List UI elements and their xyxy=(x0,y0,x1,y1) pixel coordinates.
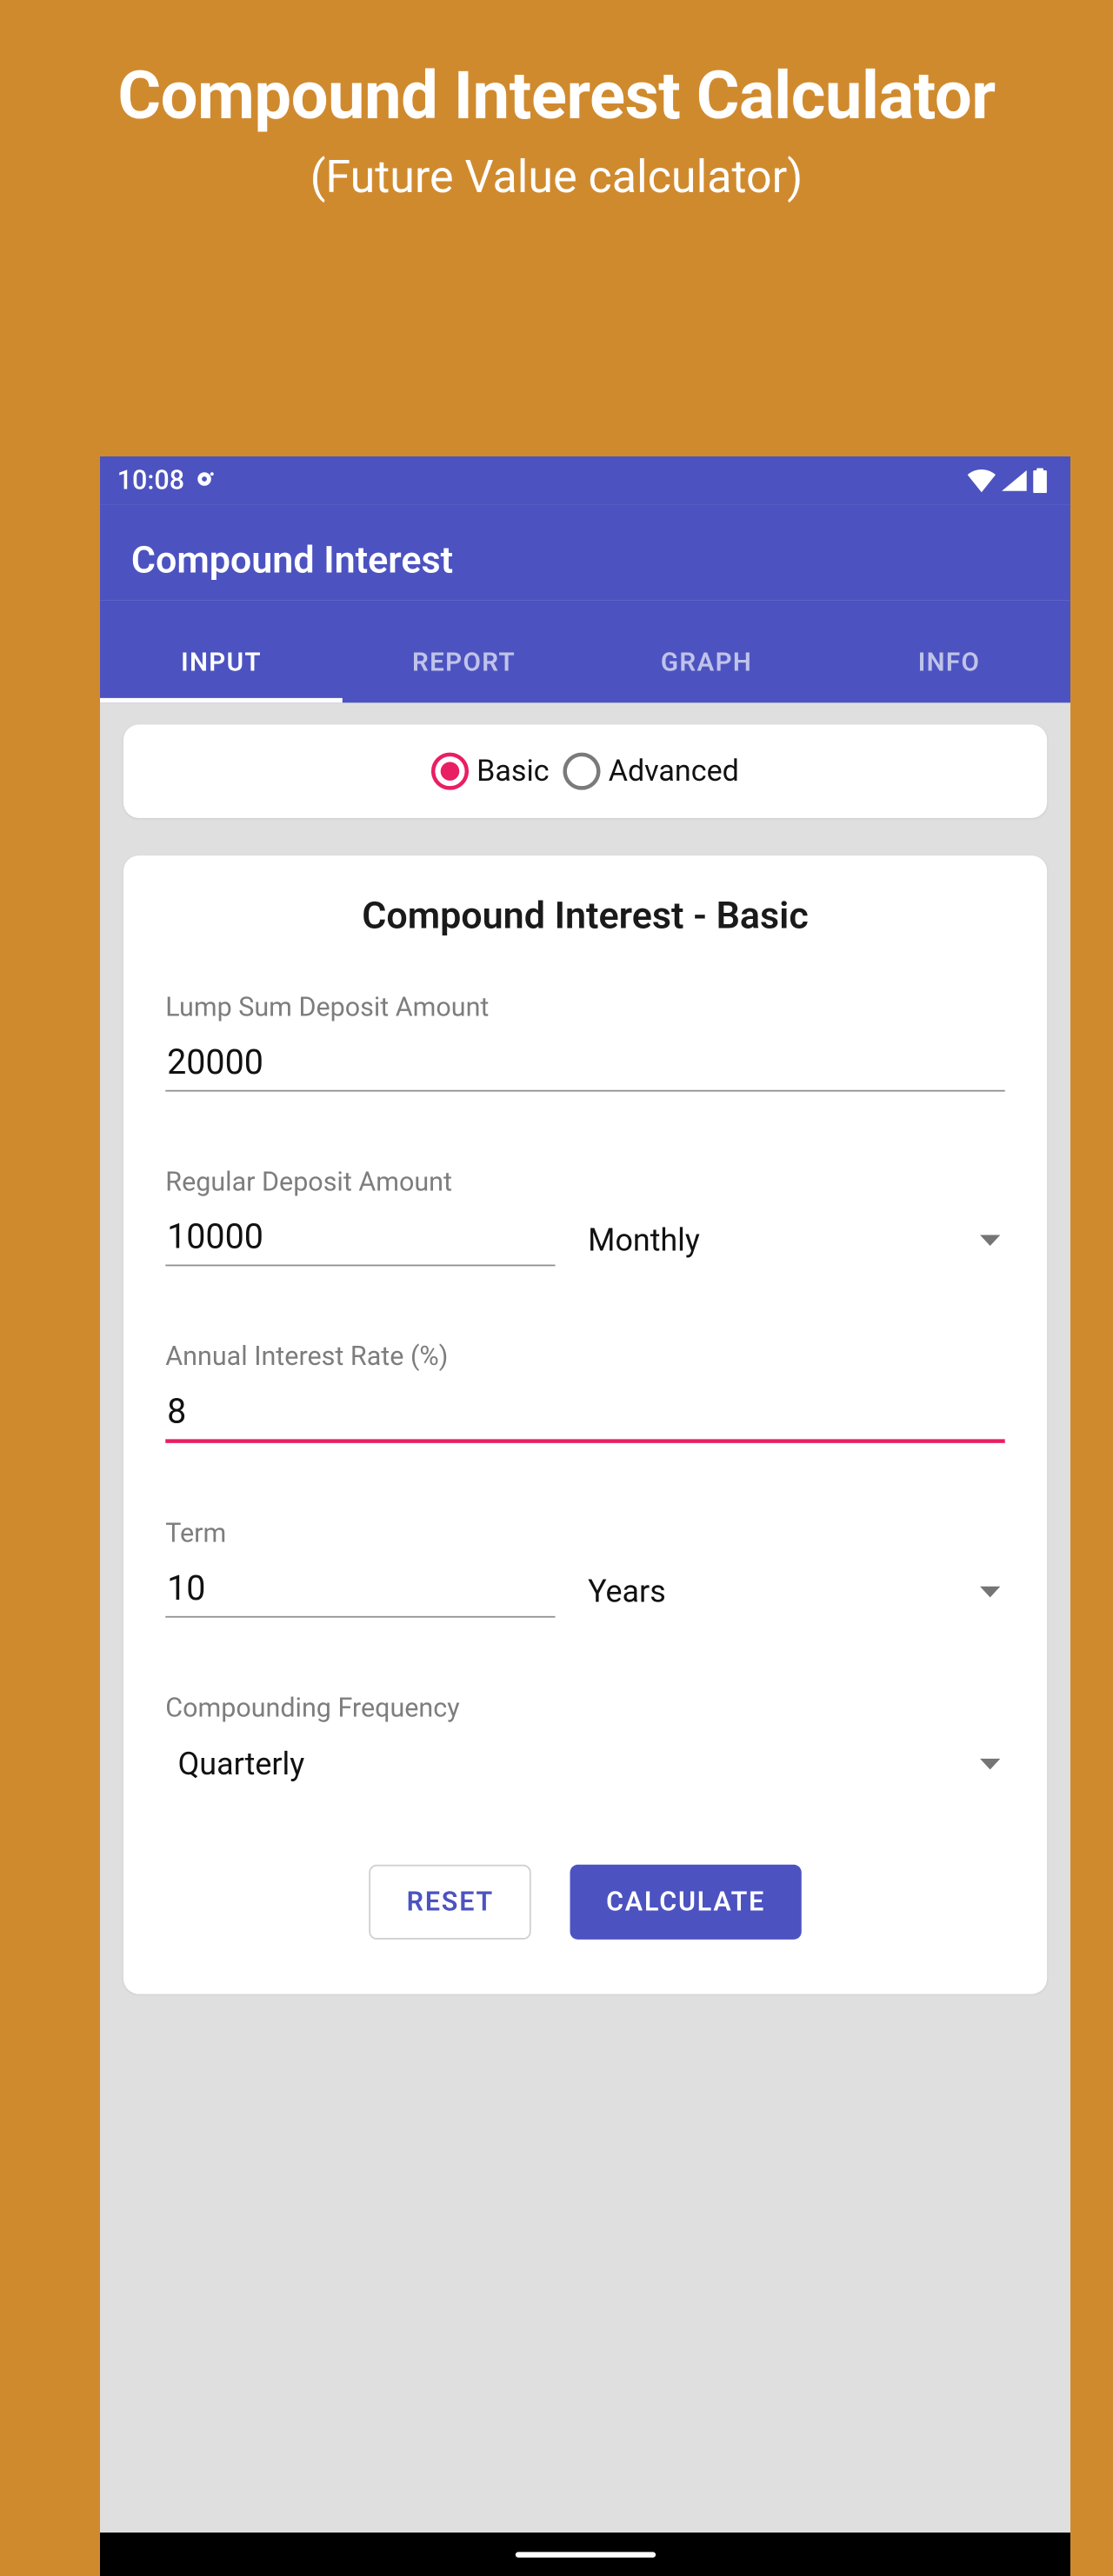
status-time: 10:08 xyxy=(117,465,184,496)
wifi-icon xyxy=(968,469,996,492)
phone-frame: 10:08 Compound Interest INPUT REPORT GRA… xyxy=(100,456,1070,2576)
term-unit-value: Years xyxy=(588,1574,666,1610)
field-compounding: Compounding Frequency Quarterly xyxy=(165,1693,1004,1790)
chevron-down-icon xyxy=(980,1586,1000,1597)
status-bar: 10:08 xyxy=(100,456,1070,505)
regular-input[interactable] xyxy=(165,1212,555,1267)
rate-label: Annual Interest Rate (%) xyxy=(165,1341,1004,1372)
action-row: RESET CALCULATE xyxy=(165,1865,1004,1940)
regular-label: Regular Deposit Amount xyxy=(165,1167,1004,1198)
field-regular: Regular Deposit Amount Monthly xyxy=(165,1167,1004,1267)
term-unit-dropdown[interactable]: Years xyxy=(586,1566,1004,1618)
form-card: Compound Interest - Basic Lump Sum Depos… xyxy=(123,855,1047,1994)
chevron-down-icon xyxy=(980,1235,1000,1246)
lump-sum-input[interactable] xyxy=(165,1037,1004,1092)
status-right xyxy=(968,468,1047,493)
calculate-button[interactable]: CALCULATE xyxy=(570,1865,802,1940)
notification-icon xyxy=(196,465,216,496)
radio-basic[interactable]: Basic xyxy=(431,753,549,790)
compounding-label: Compounding Frequency xyxy=(165,1693,1004,1724)
lump-sum-label: Lump Sum Deposit Amount xyxy=(165,992,1004,1023)
radio-advanced[interactable]: Advanced xyxy=(563,753,739,790)
signal-icon xyxy=(1002,469,1027,492)
nav-handle[interactable] xyxy=(515,2552,655,2557)
page-subtitle: (Future Value calculator) xyxy=(0,150,1113,203)
rate-input[interactable] xyxy=(165,1386,1004,1442)
tab-info[interactable]: INFO xyxy=(828,624,1070,703)
tab-report[interactable]: REPORT xyxy=(343,624,585,703)
nav-bar xyxy=(100,2533,1070,2576)
mode-card: Basic Advanced xyxy=(123,724,1047,818)
term-label: Term xyxy=(165,1518,1004,1549)
regular-frequency-dropdown[interactable]: Monthly xyxy=(586,1214,1004,1266)
term-input[interactable] xyxy=(165,1563,555,1618)
field-term: Term Years xyxy=(165,1518,1004,1618)
compounding-value: Quarterly xyxy=(178,1746,305,1782)
field-lump-sum: Lump Sum Deposit Amount xyxy=(165,992,1004,1092)
radio-icon-unchecked xyxy=(563,753,601,790)
tab-graph[interactable]: GRAPH xyxy=(585,624,828,703)
reset-button[interactable]: RESET xyxy=(370,1865,531,1940)
app-title: Compound Interest xyxy=(131,537,1039,582)
status-left: 10:08 xyxy=(117,465,216,496)
page-header: Compound Interest Calculator (Future Val… xyxy=(0,0,1113,203)
field-rate: Annual Interest Rate (%) xyxy=(165,1341,1004,1442)
battery-icon xyxy=(1033,468,1047,493)
tab-input[interactable]: INPUT xyxy=(100,624,343,703)
form-title: Compound Interest - Basic xyxy=(165,893,1004,937)
tab-bar: INPUT REPORT GRAPH INFO xyxy=(100,601,1070,702)
content-area: Basic Advanced Compound Interest - Basic… xyxy=(100,702,1070,2533)
regular-frequency-value: Monthly xyxy=(588,1221,700,1258)
radio-advanced-label: Advanced xyxy=(609,754,739,788)
chevron-down-icon xyxy=(980,1758,1000,1769)
app-bar: Compound Interest xyxy=(100,505,1070,601)
compounding-dropdown[interactable]: Quarterly xyxy=(165,1738,1004,1790)
page-title: Compound Interest Calculator xyxy=(0,57,1113,135)
radio-basic-label: Basic xyxy=(477,754,549,788)
radio-icon-checked xyxy=(431,753,469,790)
